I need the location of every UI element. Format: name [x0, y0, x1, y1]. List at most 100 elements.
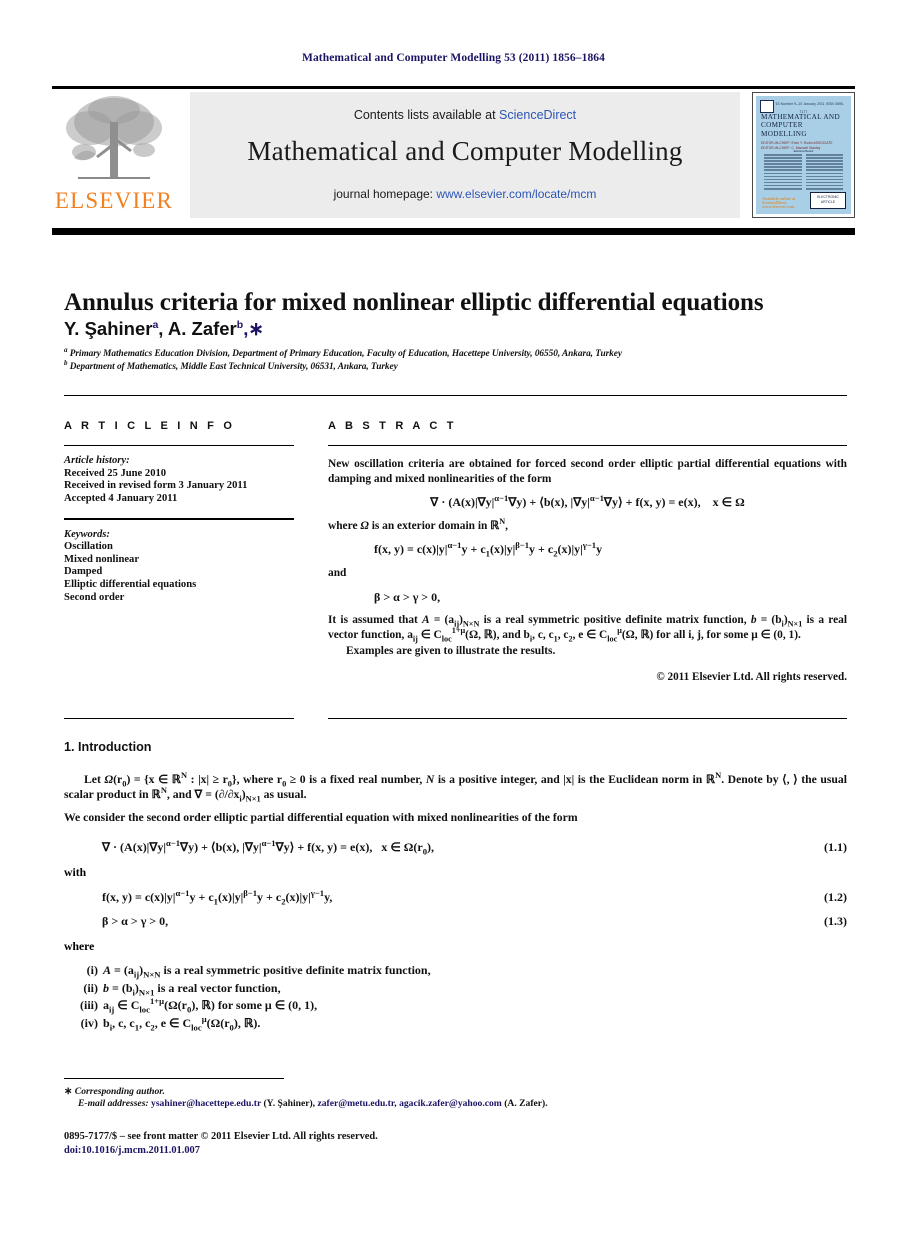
cover-footer-right: ELECTRONIC ARTICLE — [810, 192, 846, 209]
journal-homepage-line: journal homepage: www.elsevier.com/locat… — [190, 187, 740, 201]
corresponding-author-marker: ∗ — [64, 1086, 73, 1097]
keyword-item: Mixed nonlinear — [64, 553, 140, 565]
email-addresses-line: E-mail addresses: ysahiner@hacettepe.edu… — [78, 1098, 847, 1110]
sciencedirect-link[interactable]: ScienceDirect — [499, 108, 576, 122]
cover-title: MATHEMATICAL AND COMPUTER MODELLING — [761, 113, 841, 138]
page-title: Annulus criteria for mixed nonlinear ell… — [64, 288, 764, 316]
article-info-rule-bottom — [64, 718, 294, 720]
abstract-heading: A B S T R A C T — [328, 420, 457, 432]
abstract-body: New oscillation criteria are obtained fo… — [328, 457, 847, 685]
keyword-item: Second order — [64, 591, 125, 603]
elsevier-wordmark: ELSEVIER — [54, 188, 174, 213]
article-history-block: Article history: Received 25 June 2010 R… — [64, 455, 294, 505]
cover-sciencedirect-logo: Available online at ScienceDirect www.el… — [762, 196, 796, 209]
equation-1-1-tag: (1.1) — [824, 840, 847, 854]
article-info-rule-top — [64, 445, 294, 447]
section-heading-introduction: 1. Introduction — [64, 740, 152, 754]
condition-text: b = (bi)N×1 is a real vector function, — [103, 980, 281, 997]
condition-number: (ii) — [83, 980, 98, 995]
history-item: Accepted 4 January 2011 — [64, 492, 178, 504]
condition-text: bi, c, c1, c2, e ∈ Clocμ(Ω(r0), ℝ). — [103, 1013, 261, 1033]
abstract-para-2: where Ω is an exterior domain in ℝN, — [328, 517, 508, 532]
cover-artwork: Volume 53 Number 9–10 January 2011 ISSN … — [756, 96, 851, 214]
condition-item: (iii) aij ∈ Cloc1+μ(Ω(r0), ℝ) for some μ… — [64, 997, 584, 1015]
abstract-equation-1: ∇ · (A(x)|∇y|α−1∇y) + ⟨b(x), |∇y|α−1∇y⟩ … — [430, 493, 745, 510]
author-list: Y. Şahinera, A. Zaferb,∗ — [64, 318, 264, 339]
issn-front-matter-line: 0895-7177/$ – see front matter © 2011 El… — [64, 1131, 378, 1142]
abstract-equation-3: β > α > γ > 0, — [374, 589, 441, 604]
affiliation-a-text: Primary Mathematics Education Division, … — [69, 349, 622, 359]
abstract-copyright: © 2011 Elsevier Ltd. All rights reserved… — [656, 671, 847, 684]
corresponding-author-text: Corresponding author. — [74, 1086, 165, 1097]
cover-board-column-left — [764, 154, 802, 202]
email-owner-1: (Y. Şahiner), — [263, 1098, 316, 1110]
intro-paragraph-1-text: Let Ω(r0) = {x ∈ ℝN : |x| ≥ r0}, where r… — [64, 770, 847, 804]
equation-1-3: β > α > γ > 0, (1.3) — [64, 914, 847, 929]
elsevier-logo: ELSEVIER — [52, 92, 176, 218]
email-separator: , — [394, 1098, 397, 1110]
condition-number: (i) — [86, 963, 98, 977]
intro-paragraph-1: Let Ω(r0) = {x ∈ ℝN : |x| ≥ r0}, where r… — [64, 770, 847, 804]
intro-paragraph-2: We consider the second order elliptic pa… — [64, 810, 847, 825]
equation-1-3-body: β > α > γ > 0, — [102, 914, 169, 928]
history-item: Received 25 June 2010 — [64, 467, 167, 479]
history-item: Received in revised form 3 January 2011 — [64, 480, 248, 492]
abstract-column: A B S T R A C T New oscillation criteria… — [328, 420, 847, 685]
condition-text: A = (aij)N×N is a real symmetric positiv… — [103, 963, 431, 980]
running-head: Mathematical and Computer Modelling 53 (… — [302, 52, 605, 64]
cover-board-header: Editorial Board — [793, 149, 814, 153]
keyword-item: Oscillation — [64, 541, 113, 553]
abstract-rule-bottom — [328, 718, 847, 720]
article-page: Mathematical and Computer Modelling 53 (… — [0, 0, 907, 1238]
equation-1-2: f(x, y) = c(x)|y|α−1y + c1(x)|y|β−1y + c… — [64, 888, 847, 907]
homepage-link[interactable]: www.elsevier.com/locate/mcm — [436, 187, 596, 201]
equation-1-1: ∇ · (A(x)|∇y|α−1∇y) + ⟨b(x), |∇y|α−1∇y⟩ … — [64, 838, 847, 857]
abstract-para-1: New oscillation criteria are obtained fo… — [328, 458, 847, 485]
condition-text: aij ∈ Cloc1+μ(Ω(r0), ℝ) for some μ ∈ (0,… — [103, 996, 318, 1015]
homepage-prefix: journal homepage: — [333, 187, 437, 201]
title-block-rule — [64, 395, 847, 397]
condition-item: (ii) b = (bi)N×1 is a real vector functi… — [64, 980, 584, 998]
condition-item: (iv) bi, c, c1, c2, e ∈ Clocμ(Ω(r0), ℝ). — [64, 1013, 584, 1033]
affiliation-b-text: Department of Mathematics, Middle East T… — [69, 362, 398, 372]
masthead-bottom-rule — [52, 228, 855, 235]
email-link-2[interactable]: zafer@metu.edu.tr — [317, 1098, 394, 1109]
affiliation-b: b Department of Mathematics, Middle East… — [64, 358, 398, 372]
article-history-label: Article history: — [64, 455, 130, 467]
abstract-para-4: It is assumed that A = (aij)N×N is a rea… — [328, 614, 847, 644]
condition-item: (i) A = (aij)N×N is a real symmetric pos… — [64, 962, 584, 980]
cover-footer-left: Available online at ScienceDirect www.el… — [762, 196, 804, 209]
equation-1-1-body: ∇ · (A(x)|∇y|α−1∇y) + ⟨b(x), |∇y|α−1∇y⟩ … — [102, 838, 435, 857]
condition-number: (iii) — [80, 998, 98, 1013]
keyword-item: Damped — [64, 566, 103, 578]
keyword-item: Elliptic differential equations — [64, 578, 197, 590]
connector-with: with — [64, 866, 87, 879]
abstract-para-5: Examples are given to illustrate the res… — [346, 645, 556, 658]
contents-prefix: Contents lists available at — [353, 108, 500, 122]
article-info-rule-mid — [64, 518, 294, 520]
email-link-3[interactable]: agacik.zafer@yahoo.com — [399, 1098, 502, 1109]
article-info-column: A R T I C L E I N F O Article history: R… — [64, 420, 294, 604]
keywords-label: Keywords: — [64, 528, 110, 540]
conditions-list: (i) A = (aij)N×N is a real symmetric pos… — [64, 962, 584, 1032]
keywords-block: Keywords: Oscillation Mixed nonlinear Da… — [64, 529, 294, 605]
journal-masthead: ELSEVIER Contents lists available at Sci… — [52, 88, 855, 218]
article-info-heading: A R T I C L E I N F O — [64, 420, 236, 432]
journal-title: Mathematical and Computer Modelling — [247, 136, 683, 166]
affiliation-a: a Primary Mathematics Education Division… — [64, 345, 622, 359]
journal-cover-thumbnail[interactable]: Volume 53 Number 9–10 January 2011 ISSN … — [752, 92, 855, 218]
footnote-block: ∗ Corresponding author. E-mail addresses… — [64, 1086, 847, 1111]
email-label: E-mail addresses: — [78, 1098, 149, 1110]
cover-article-label: ARTICLE — [820, 199, 836, 204]
intro-paragraph-2-text: We consider the second order elliptic pa… — [64, 811, 578, 824]
elsevier-tree-icon — [60, 92, 168, 188]
abstract-para-3: and — [328, 567, 347, 580]
equation-1-3-tag: (1.3) — [824, 914, 847, 928]
contents-available-line: Contents lists available at ScienceDirec… — [190, 108, 740, 122]
doi-line[interactable]: doi:10.1016/j.mcm.2011.01.007 — [64, 1145, 200, 1156]
email-link-1[interactable]: ysahiner@hacettepe.edu.tr — [151, 1098, 261, 1109]
abstract-equation-2: f(x, y) = c(x)|y|α−1y + c1(x)|y|β−1y + c… — [374, 540, 603, 559]
corresponding-author-line: ∗ Corresponding author. — [64, 1086, 847, 1098]
journal-header-box: Contents lists available at ScienceDirec… — [190, 92, 740, 218]
equation-1-2-body: f(x, y) = c(x)|y|α−1y + c1(x)|y|β−1y + c… — [102, 888, 333, 907]
